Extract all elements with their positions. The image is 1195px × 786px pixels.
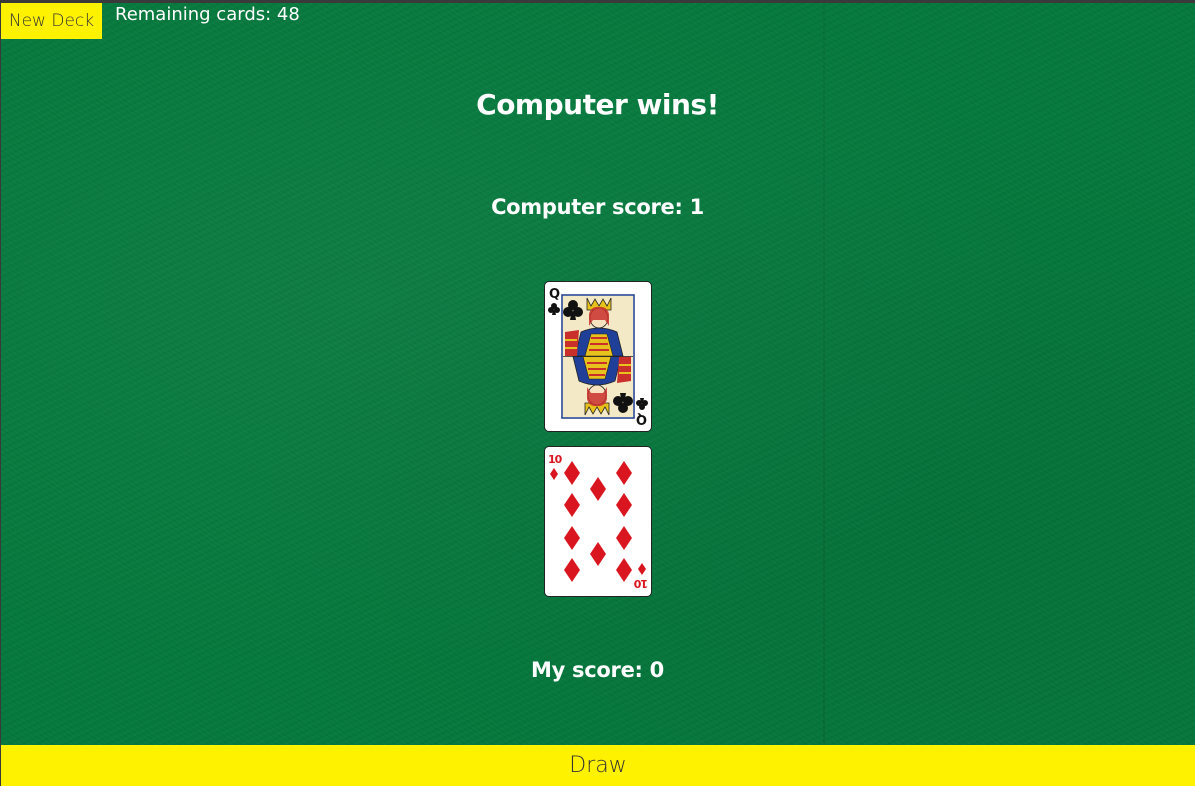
card-corner-index-bottom: Q	[636, 398, 648, 426]
card-corner-index-bottom: 10	[633, 563, 648, 590]
svg-text:Q: Q	[549, 287, 560, 302]
queen-of-clubs-card-face: Q Q	[548, 287, 648, 426]
ten-of-diamonds-card-face: 10 10	[548, 453, 648, 590]
my-score: My score: 0	[531, 658, 664, 682]
computer-card: Q Q	[544, 281, 652, 432]
draw-button[interactable]: Draw	[1, 745, 1195, 786]
card-corner-index-top: 10	[548, 453, 564, 480]
remaining-cards-counter: Remaining cards: 48	[115, 4, 300, 25]
round-result-title: Computer wins!	[476, 88, 719, 121]
queen-figure-icon	[563, 296, 633, 357]
card-corner-index-top: Q	[548, 287, 560, 315]
player-card: 10 10	[544, 446, 652, 597]
queen-figure-mirror-icon	[563, 356, 633, 417]
svg-text:10: 10	[633, 577, 648, 590]
computer-score: Computer score: 1	[491, 195, 704, 219]
diamond-pips-icon	[564, 461, 632, 582]
new-deck-button[interactable]: New Deck	[1, 3, 102, 39]
svg-text:Q: Q	[636, 411, 647, 426]
svg-text:10: 10	[548, 453, 563, 466]
